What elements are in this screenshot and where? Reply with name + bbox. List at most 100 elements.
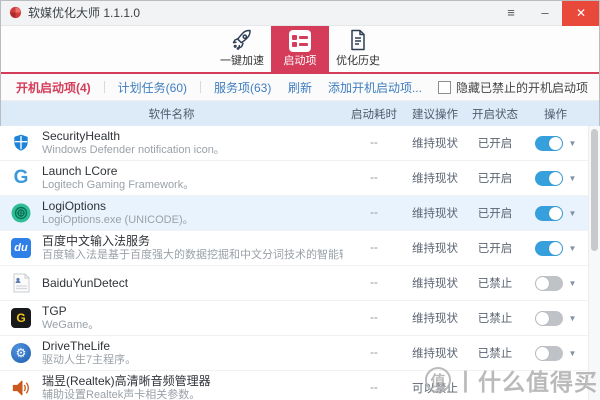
col-header-status: 开启状态 (472, 108, 518, 121)
startup-time: -- (370, 277, 378, 289)
app-logo-icon (9, 6, 22, 19)
col-header-action: 操作 (544, 108, 567, 121)
history-document-icon (351, 29, 365, 51)
item-description: 辅助设置Realtek声卡相关参数。 (42, 389, 201, 400)
chevron-down-icon[interactable]: ▼ (569, 349, 577, 358)
status: 已禁止 (477, 348, 513, 360)
tab-scheduled-tasks[interactable]: 计划任务(60) (114, 79, 191, 96)
hide-disabled-label: 隐藏已禁止的开机启动项 (455, 80, 588, 95)
item-description: WeGame。 (42, 319, 100, 331)
table-row[interactable]: 瑞昱(Realtek)高清晰音频管理器 辅助设置Realtek声卡相关参数。 -… (0, 371, 600, 400)
nav-label: 启动项 (283, 55, 317, 67)
item-name: TGP (42, 304, 67, 318)
status: 已禁止 (477, 313, 513, 325)
status: 已禁止 (477, 278, 513, 290)
suggestion: 维持现状 (412, 173, 458, 185)
toggle-switch[interactable] (534, 205, 563, 221)
status: 已开启 (477, 173, 513, 185)
scrollbar-track[interactable] (588, 126, 600, 400)
startup-time: -- (370, 137, 378, 149)
chevron-down-icon[interactable]: ▼ (569, 279, 577, 288)
col-header-software-name: 软件名称 (148, 108, 195, 121)
scrollbar-thumb[interactable] (591, 129, 598, 251)
item-name: DriveTheLife (42, 339, 111, 353)
item-name: LogiOptions (42, 199, 107, 213)
hide-disabled-checkbox-wrap[interactable]: 隐藏已禁止的开机启动项 (437, 79, 588, 96)
refresh-link[interactable]: 刷新 (288, 79, 312, 96)
table-row[interactable]: SecurityHealth Windows Defender notifica… (0, 126, 600, 161)
startup-time: -- (370, 312, 378, 324)
main-toolbar: 一键加速 启动项 优化历史 (0, 26, 600, 74)
baidu-du-icon: du (10, 237, 32, 259)
toggle-switch[interactable] (534, 135, 563, 151)
divider (200, 81, 202, 93)
status: 已开启 (477, 243, 513, 255)
col-header-suggestion: 建议操作 (412, 108, 458, 121)
menu-button[interactable]: ≡ (494, 0, 528, 26)
nav-label: 一键加速 (220, 55, 264, 67)
status: 已开启 (477, 208, 513, 220)
close-button[interactable]: ✕ (562, 0, 600, 26)
nav-label: 优化历史 (336, 55, 380, 67)
item-description: Logitech Gaming Framework。 (42, 179, 195, 191)
table-row[interactable]: du 百度中文输入法服务 百度输入法是基于百度强大的数据挖掘和中文分词技术的智能… (0, 231, 600, 266)
toggle-switch[interactable] (534, 345, 563, 361)
suggestion: 维持现状 (412, 278, 458, 290)
tab-services[interactable]: 服务项(63) (210, 79, 275, 96)
startup-time: -- (370, 172, 378, 184)
item-description: Windows Defender notification icon。 (42, 144, 225, 156)
logi-options-seal-icon (10, 202, 32, 224)
nav-optimization-history[interactable]: 优化历史 (329, 26, 387, 72)
table-row[interactable]: LogiOptions LogiOptions.exe (UNICODE)。 -… (0, 196, 600, 231)
chevron-down-icon[interactable]: ▼ (569, 209, 577, 218)
startup-checklist-icon (289, 30, 311, 52)
drive-the-life-gear-icon: ⚙ (10, 342, 32, 364)
toggle-switch[interactable] (534, 170, 563, 186)
table-row[interactable]: ⚙ DriveTheLife 驱动人生7主程序。 -- 维持现状 已禁止 ▼ (0, 336, 600, 371)
nav-one-key-boost[interactable]: 一键加速 (213, 26, 271, 72)
item-name: BaiduYunDetect (42, 275, 129, 290)
item-description: 驱动人生7主程序。 (42, 354, 137, 366)
suggestion: 可以禁止 (412, 383, 458, 395)
divider (103, 81, 105, 93)
startup-time: -- (370, 382, 378, 394)
col-header-startup-time: 启动耗时 (351, 108, 397, 121)
suggestion: 维持现状 (412, 208, 458, 220)
table-row[interactable]: G Launch LCore Logitech Gaming Framework… (0, 161, 600, 196)
logitech-g-icon: G (13, 167, 29, 188)
toggle-switch[interactable] (534, 310, 563, 326)
table-row[interactable]: BaiduYunDetect -- 维持现状 已禁止 ▼ (0, 266, 600, 301)
item-description: LogiOptions.exe (UNICODE)。 (42, 214, 194, 226)
rocket-icon (232, 29, 251, 50)
startup-time: -- (370, 242, 378, 254)
suggestion: 维持现状 (412, 243, 458, 255)
table-row[interactable]: G TGP WeGame。 -- 维持现状 已禁止 ▼ (0, 301, 600, 336)
minimize-button[interactable]: – (528, 0, 562, 26)
startup-time: -- (370, 207, 378, 219)
toggle-switch[interactable] (534, 275, 563, 291)
chevron-down-icon[interactable]: ▼ (569, 244, 577, 253)
item-name: Launch LCore (42, 164, 118, 178)
startup-time: -- (370, 347, 378, 359)
nav-startup-items[interactable]: 启动项 (271, 26, 329, 72)
tgp-wegame-icon: G (10, 307, 32, 329)
generic-file-icon (10, 272, 32, 294)
table-header: 软件名称 启动耗时 建议操作 开启状态 操作 (0, 101, 600, 126)
title-bar: 软媒优化大师 1.1.1.0 ≡ – ✕ (0, 0, 600, 26)
status: 已开启 (477, 138, 513, 150)
startup-items-list: SecurityHealth Windows Defender notifica… (0, 126, 600, 400)
suggestion: 维持现状 (412, 348, 458, 360)
realtek-speaker-icon (10, 377, 32, 399)
toggle-switch[interactable] (534, 240, 563, 256)
window-title: 软媒优化大师 1.1.1.0 (28, 6, 141, 20)
hide-disabled-checkbox[interactable] (437, 80, 451, 94)
suggestion: 维持现状 (412, 313, 458, 325)
app-window: 软媒优化大师 1.1.1.0 ≡ – ✕ 一键加速 启动项 优化历史 开机启动项… (0, 0, 600, 400)
tab-startup-items[interactable]: 开机启动项(4) (12, 79, 95, 96)
item-description: 百度输入法是基于百度强大的数据挖掘和中文分词技术的智能输入法，为用户提供海量词.… (42, 249, 343, 261)
item-name: 百度中文输入法服务 (42, 234, 151, 248)
chevron-down-icon[interactable]: ▼ (569, 314, 577, 323)
chevron-down-icon[interactable]: ▼ (569, 174, 577, 183)
chevron-down-icon[interactable]: ▼ (569, 139, 577, 148)
add-startup-item-link[interactable]: 添加开机启动项... (328, 79, 422, 96)
